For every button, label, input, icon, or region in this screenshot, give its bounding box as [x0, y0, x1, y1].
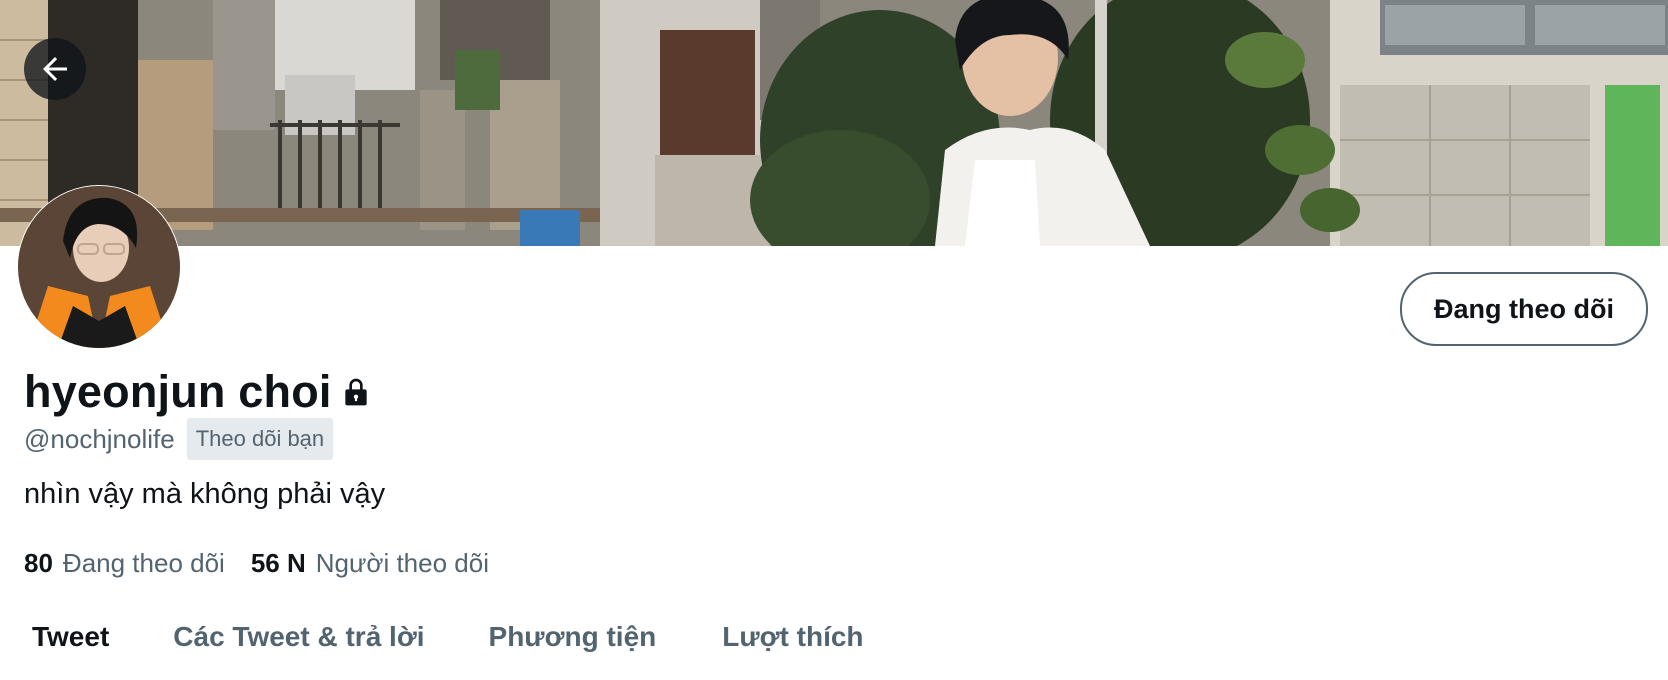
follows-you-badge: Theo dõi bạn	[186, 418, 334, 460]
banner-image	[0, 0, 1668, 246]
following-stat[interactable]: 80 Đang theo dõi	[24, 548, 225, 579]
following-label: Đang theo dõi	[62, 548, 225, 578]
follow-stats: 80 Đang theo dõi 56 N Người theo dõi	[24, 548, 515, 579]
tab-likes[interactable]: Lượt thích	[722, 621, 863, 653]
followers-count: 56 N	[250, 548, 306, 578]
back-button[interactable]	[24, 38, 86, 100]
profile-name-row: hyeonjun choi	[24, 366, 372, 418]
profile-bio: nhìn vậy mà không phải vậy	[24, 478, 386, 510]
handle-row: @nochjnolife Theo dõi bạn	[24, 418, 334, 460]
followers-stat[interactable]: 56 N Người theo dõi	[251, 548, 489, 579]
following-count: 80	[24, 548, 53, 578]
followers-label: Người theo dõi	[315, 548, 489, 578]
user-handle: @nochjnolife	[24, 423, 175, 454]
display-name: hyeonjun choi	[24, 366, 332, 417]
tab-tweets-and-replies[interactable]: Các Tweet & trả lời	[173, 621, 424, 653]
profile-banner[interactable]	[0, 0, 1668, 246]
avatar[interactable]	[18, 186, 180, 348]
tab-media[interactable]: Phương tiện	[489, 621, 657, 653]
profile-tabs: Tweet Các Tweet & trả lời Phương tiện Lư…	[0, 612, 864, 662]
following-button[interactable]: Đang theo dõi	[1400, 272, 1648, 346]
tab-tweets[interactable]: Tweet	[32, 621, 109, 653]
lock-icon	[340, 376, 372, 413]
avatar-image	[18, 186, 180, 348]
following-button-label: Đang theo dõi	[1434, 293, 1614, 324]
arrow-left-icon	[43, 57, 67, 81]
